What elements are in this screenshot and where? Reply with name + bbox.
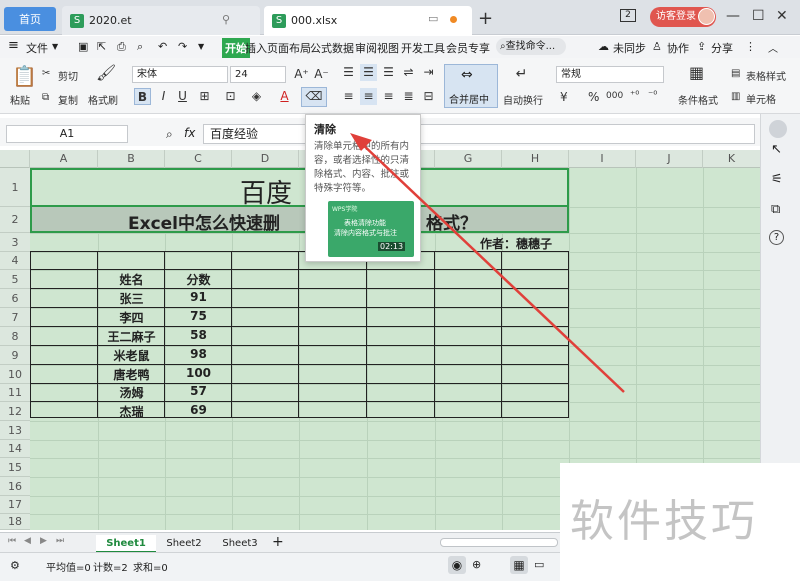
red-arrow-annotation xyxy=(350,133,625,393)
